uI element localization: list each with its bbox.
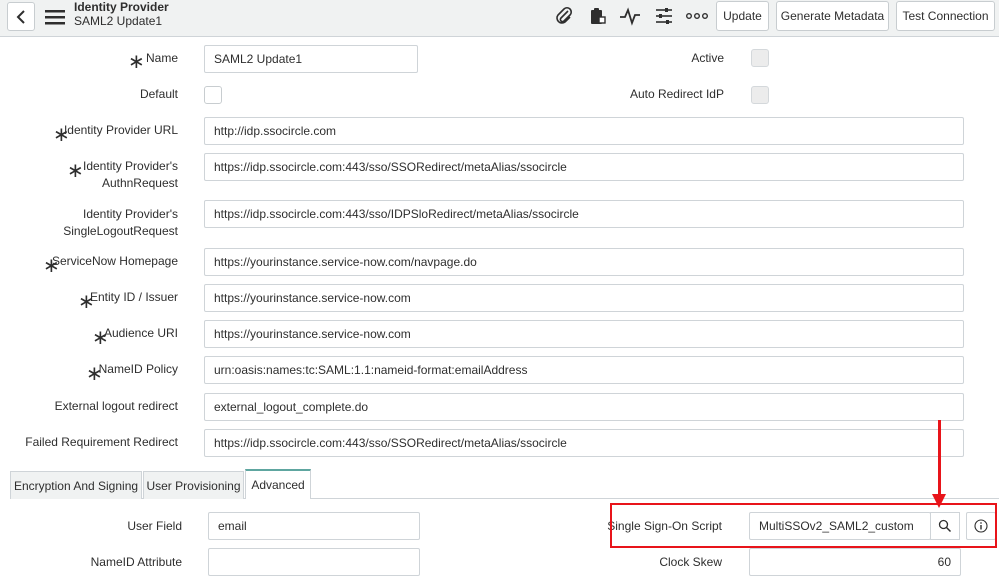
authn-request-label-1: Identity Provider's bbox=[83, 159, 178, 173]
homepage-input[interactable]: https://yourinstance.service-now.com/nav… bbox=[204, 248, 964, 276]
nameid-attribute-input[interactable] bbox=[208, 548, 420, 576]
idp-url-input[interactable]: http://idp.ssocircle.com bbox=[204, 117, 964, 145]
failed-redirect-input[interactable]: https://idp.ssocircle.com:443/sso/SSORed… bbox=[204, 429, 964, 457]
page-title: Identity Provider bbox=[74, 0, 169, 14]
user-field-label: User Field bbox=[127, 519, 182, 533]
failed-redirect-label: Failed Requirement Redirect bbox=[25, 435, 178, 449]
entity-id-input[interactable]: https://yourinstance.service-now.com bbox=[204, 284, 964, 312]
active-checkbox[interactable] bbox=[751, 49, 769, 67]
homepage-label: ServiceNow Homepage bbox=[51, 254, 178, 268]
clock-skew-label: Clock Skew bbox=[659, 555, 722, 569]
more-button[interactable] bbox=[685, 4, 709, 28]
auto-redirect-checkbox[interactable] bbox=[751, 86, 769, 104]
activity-button[interactable] bbox=[618, 4, 642, 28]
paperclip-icon bbox=[556, 6, 573, 24]
authn-request-input[interactable]: https://idp.ssocircle.com:443/sso/SSORed… bbox=[204, 153, 964, 181]
entity-id-label: Entity ID / Issuer bbox=[89, 290, 178, 304]
tab-encryption-signing[interactable]: Encryption And Signing bbox=[10, 471, 142, 499]
name-input[interactable]: SAML2 Update1 bbox=[204, 45, 418, 73]
tab-user-provisioning[interactable]: User Provisioning bbox=[143, 471, 244, 499]
nameid-policy-label: NameID Policy bbox=[98, 362, 178, 376]
authn-request-label-2: AuthnRequest bbox=[101, 176, 178, 190]
form-header: Identity Provider SAML2 Update1 Update G… bbox=[0, 0, 999, 37]
annotation-arrow-head bbox=[932, 494, 946, 508]
generate-metadata-button[interactable]: Generate Metadata bbox=[776, 1, 889, 31]
audience-label: Audience URI bbox=[103, 326, 178, 340]
logout-request-label-1: Identity Provider's bbox=[83, 207, 178, 221]
ext-logout-input[interactable]: external_logout_complete.do bbox=[204, 393, 964, 421]
nameid-attribute-label: NameID Attribute bbox=[90, 555, 182, 569]
attachment-button[interactable] bbox=[552, 4, 576, 28]
name-label: Name bbox=[145, 51, 178, 65]
back-icon bbox=[16, 9, 25, 24]
sliders-icon bbox=[656, 8, 672, 24]
default-checkbox[interactable] bbox=[204, 86, 222, 104]
update-button[interactable]: Update bbox=[716, 1, 769, 31]
clipboard-button[interactable] bbox=[585, 4, 609, 28]
user-field-input[interactable]: email bbox=[208, 512, 420, 540]
ext-logout-label: External logout redirect bbox=[54, 399, 178, 413]
activity-icon bbox=[620, 7, 640, 26]
audience-input[interactable]: https://yourinstance.service-now.com bbox=[204, 320, 964, 348]
default-label: Default bbox=[139, 87, 178, 101]
test-connection-button[interactable]: Test Connection bbox=[896, 1, 995, 31]
page-subtitle: SAML2 Update1 bbox=[74, 14, 163, 28]
active-label: Active bbox=[691, 51, 724, 65]
menu-icon[interactable] bbox=[44, 6, 66, 28]
logout-request-label-2: SingleLogoutRequest bbox=[63, 224, 178, 238]
idp-url-label: Identity Provider URL bbox=[63, 123, 178, 137]
clipboard-icon bbox=[591, 8, 606, 24]
more-icon bbox=[686, 13, 708, 19]
auto-redirect-label: Auto Redirect IdP bbox=[629, 87, 724, 101]
back-button[interactable] bbox=[7, 2, 35, 31]
nameid-policy-input[interactable]: urn:oasis:names:tc:SAML:1.1:nameid-forma… bbox=[204, 356, 964, 384]
tab-advanced[interactable]: Advanced bbox=[245, 469, 311, 499]
logout-request-input[interactable]: https://idp.ssocircle.com:443/sso/IDPSlo… bbox=[204, 200, 964, 228]
clock-skew-input[interactable]: 60 bbox=[749, 548, 961, 576]
settings-button[interactable] bbox=[652, 4, 676, 28]
annotation-arrow-line bbox=[938, 420, 941, 498]
highlight-box bbox=[610, 503, 997, 548]
